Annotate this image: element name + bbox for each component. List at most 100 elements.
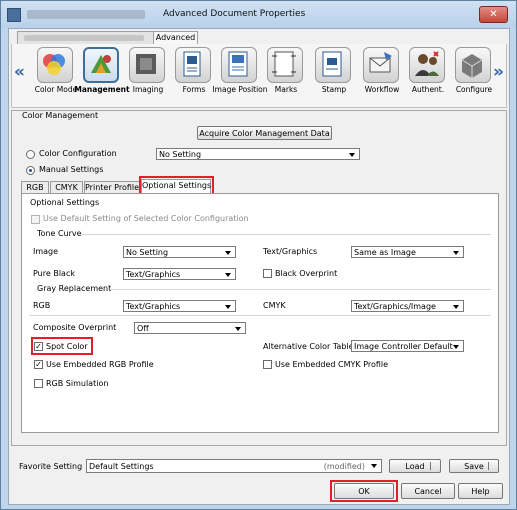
nav-item-stamp[interactable]: Stamp bbox=[310, 47, 358, 107]
title-bar[interactable]: Advanced Document Properties ✕ bbox=[1, 1, 516, 28]
chevron-down-icon bbox=[225, 251, 231, 255]
modified-indicator: (modified) bbox=[323, 462, 365, 471]
text-graphics-select[interactable]: Same as Image bbox=[351, 246, 464, 258]
acquire-color-management-data-button[interactable]: Acquire Color Management Data bbox=[197, 126, 332, 140]
window-title: Advanced Document Properties bbox=[163, 9, 306, 19]
workflow-icon bbox=[363, 47, 399, 83]
black-overprint-checkbox[interactable] bbox=[263, 269, 272, 278]
nav-item-management[interactable]: Management bbox=[74, 47, 130, 107]
imaging-icon bbox=[129, 47, 165, 83]
color-configuration-label: Color Configuration bbox=[39, 149, 117, 158]
properties-window: Advanced Document Properties ✕ Advanced … bbox=[0, 0, 517, 510]
printer-name-redacted bbox=[27, 10, 145, 19]
nav-item-workflow[interactable]: Workflow bbox=[358, 47, 406, 107]
chevron-down-icon bbox=[453, 305, 459, 309]
spot-color-highlight bbox=[31, 337, 93, 355]
optional-settings-panel bbox=[21, 193, 499, 433]
manual-settings-radio[interactable] bbox=[26, 166, 35, 175]
image-position-icon bbox=[221, 47, 257, 83]
save-dropdown-chevron-icon[interactable] bbox=[488, 462, 496, 470]
use-embedded-rgb-label: Use Embedded RGB Profile bbox=[46, 360, 154, 369]
nav-item-imaging[interactable]: Imaging bbox=[124, 47, 172, 107]
save-label: Save bbox=[464, 462, 484, 471]
select-value: Image Controller Default bbox=[354, 342, 453, 351]
manual-settings-label: Manual Settings bbox=[39, 165, 104, 174]
nav-item-authentication[interactable]: Authent. bbox=[404, 47, 452, 107]
printer-app-icon bbox=[7, 8, 21, 22]
chevron-down-icon bbox=[235, 327, 241, 331]
chevron-down-icon bbox=[453, 251, 459, 255]
use-embedded-cmyk-label: Use Embedded CMYK Profile bbox=[275, 360, 389, 369]
tab-label-redacted bbox=[24, 35, 144, 41]
configure-icon bbox=[455, 47, 491, 83]
use-default-setting-label: Use Default Setting of Selected Color Co… bbox=[43, 214, 249, 223]
stamp-icon bbox=[315, 47, 351, 83]
close-button[interactable]: ✕ bbox=[479, 6, 508, 23]
tone-curve-heading: Tone Curve bbox=[37, 229, 82, 238]
nav-item-configure[interactable]: Configure bbox=[450, 47, 498, 107]
rgb-simulation-label: RGB Simulation bbox=[46, 379, 109, 388]
select-value: Text/Graphics/Image bbox=[354, 302, 436, 311]
cancel-button[interactable]: Cancel bbox=[401, 483, 455, 499]
select-value: Text/Graphics bbox=[126, 270, 181, 279]
select-value: No Setting bbox=[126, 248, 169, 257]
color-configuration-radio[interactable] bbox=[26, 150, 35, 159]
chevron-down-icon bbox=[225, 273, 231, 277]
nav-item-marks[interactable]: Marks bbox=[262, 47, 310, 107]
chevron-down-icon bbox=[349, 153, 355, 157]
text-graphics-label: Text/Graphics bbox=[263, 247, 318, 256]
color-configuration-select[interactable]: No Setting bbox=[156, 148, 360, 160]
use-embedded-cmyk-checkbox[interactable] bbox=[263, 360, 272, 369]
use-default-setting-checkbox[interactable] bbox=[31, 215, 40, 224]
rgb-simulation-checkbox[interactable] bbox=[34, 379, 43, 388]
tab-printer-profile[interactable]: Printer Profile bbox=[84, 181, 140, 193]
favorite-setting-value: Default Settings bbox=[89, 462, 154, 471]
nav-label: Configure bbox=[455, 85, 493, 94]
gray-replacement-heading: Gray Replacement bbox=[37, 284, 112, 293]
select-value: Off bbox=[137, 324, 149, 333]
black-overprint-label: Black Overprint bbox=[275, 269, 338, 278]
chevron-down-icon bbox=[225, 305, 231, 309]
forms-icon bbox=[175, 47, 211, 83]
tone-curve-divider bbox=[81, 234, 491, 235]
color-management-heading: Color Management bbox=[22, 111, 99, 120]
rgb-select[interactable]: Text/Graphics bbox=[123, 300, 236, 312]
use-embedded-rgb-checkbox[interactable]: ✓ bbox=[34, 360, 43, 369]
pure-black-label: Pure Black bbox=[33, 269, 75, 278]
dialog-client-area: Advanced « » Color Mode Management Imagi… bbox=[8, 28, 510, 505]
pure-black-select[interactable]: Text/Graphics bbox=[123, 268, 236, 280]
favorite-setting-label: Favorite Setting bbox=[19, 462, 83, 471]
management-icon bbox=[83, 47, 119, 83]
cmyk-select[interactable]: Text/Graphics/Image bbox=[351, 300, 464, 312]
help-button[interactable]: Help bbox=[458, 483, 503, 499]
rgb-label: RGB bbox=[33, 301, 51, 310]
load-dropdown-chevron-icon[interactable] bbox=[430, 462, 438, 470]
chevron-down-icon bbox=[453, 345, 459, 349]
alternative-color-table-label: Alternative Color Table bbox=[263, 342, 354, 351]
cmyk-label: CMYK bbox=[263, 301, 286, 310]
nav-item-forms[interactable]: Forms bbox=[170, 47, 218, 107]
tab-rgb[interactable]: RGB bbox=[21, 181, 49, 193]
select-value: Same as Image bbox=[354, 248, 416, 257]
composite-overprint-label: Composite Overprint bbox=[33, 323, 117, 332]
save-button[interactable]: Save bbox=[449, 459, 499, 473]
chevron-down-icon bbox=[371, 464, 377, 468]
authentication-icon bbox=[409, 47, 445, 83]
category-icon-bar: « » Color Mode Management Imaging Forms … bbox=[11, 44, 507, 108]
scroll-left-button[interactable]: « bbox=[14, 62, 25, 82]
favorite-setting-select[interactable]: Default Settings (modified) bbox=[86, 459, 382, 473]
load-label: Load bbox=[405, 462, 425, 471]
tab-advanced[interactable]: Advanced bbox=[153, 31, 198, 44]
nav-item-color-mode[interactable]: Color Mode bbox=[32, 47, 80, 107]
load-button[interactable]: Load bbox=[389, 459, 441, 473]
optional-settings-heading: Optional Settings bbox=[30, 198, 100, 207]
select-value: Text/Graphics bbox=[126, 302, 181, 311]
nav-item-image-position[interactable]: Image Position bbox=[212, 47, 268, 107]
marks-icon bbox=[267, 47, 303, 83]
composite-overprint-select[interactable]: Off bbox=[134, 322, 246, 334]
tab-cmyk[interactable]: CMYK bbox=[50, 181, 83, 193]
tab-printer-basic[interactable] bbox=[17, 31, 154, 44]
alternative-color-table-select[interactable]: Image Controller Default bbox=[351, 340, 464, 352]
gray-replacement-bottom-divider bbox=[29, 315, 491, 316]
image-select[interactable]: No Setting bbox=[123, 246, 236, 258]
